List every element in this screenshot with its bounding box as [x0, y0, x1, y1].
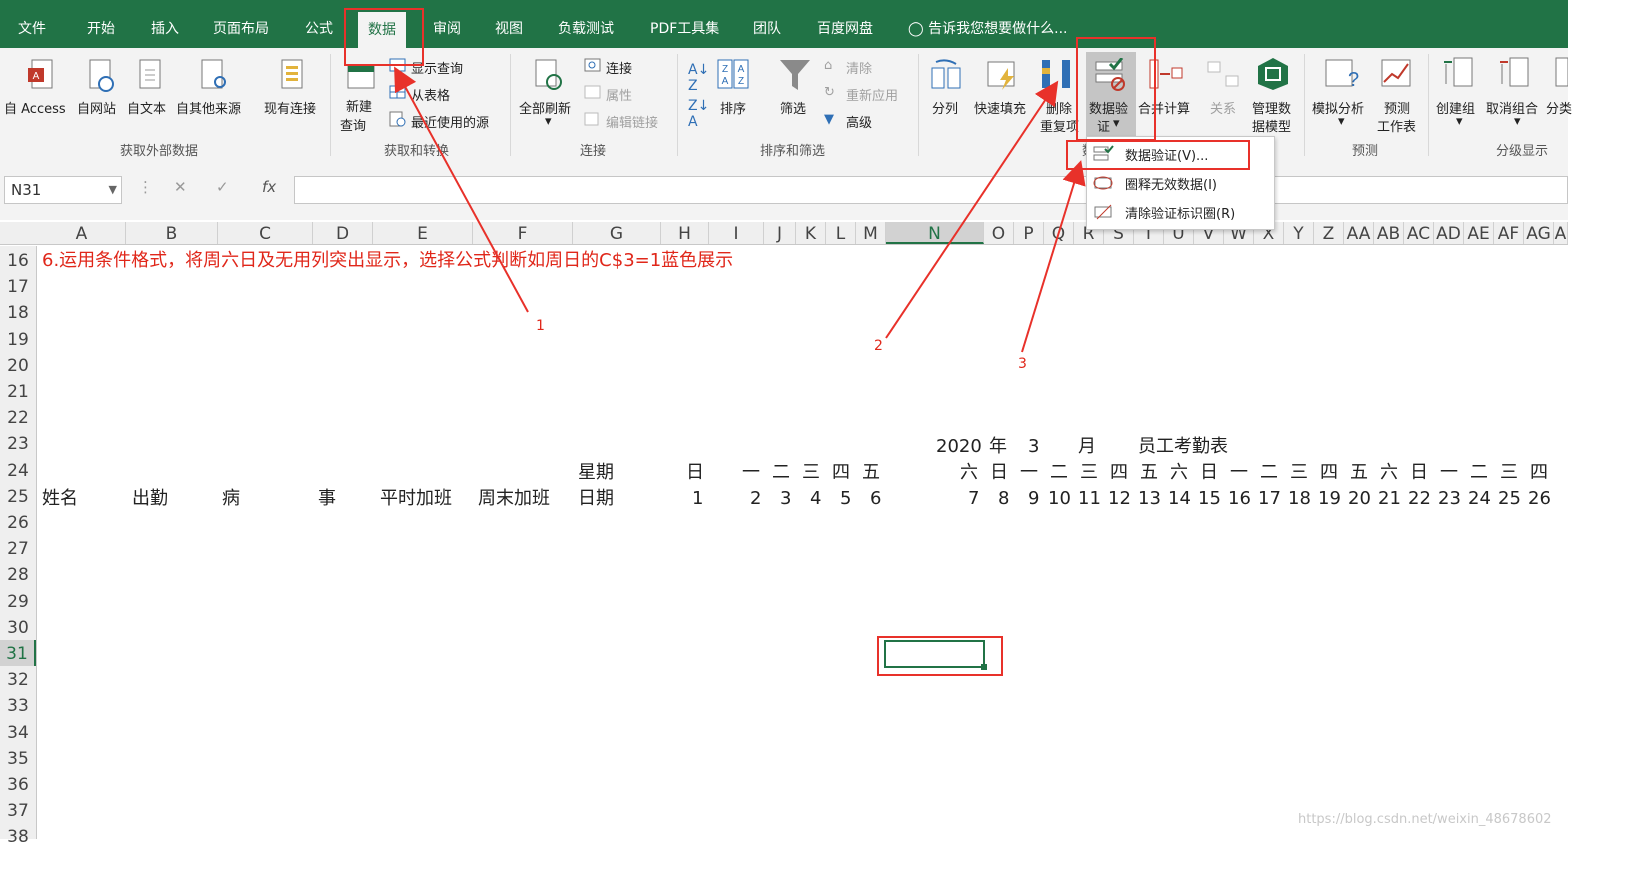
annotation-arrows [394, 66, 1086, 353]
annotation-label-3: 3 [1018, 356, 1027, 372]
watermark: https://blog.csdn.net/weixin_48678602 [1298, 812, 1552, 827]
annotation-label-2: 2 [874, 338, 883, 354]
arrow-3 [1021, 160, 1086, 353]
annotation-label-1: 1 [536, 318, 545, 334]
arrow-2 [885, 80, 1059, 339]
arrow-1 [394, 66, 529, 313]
